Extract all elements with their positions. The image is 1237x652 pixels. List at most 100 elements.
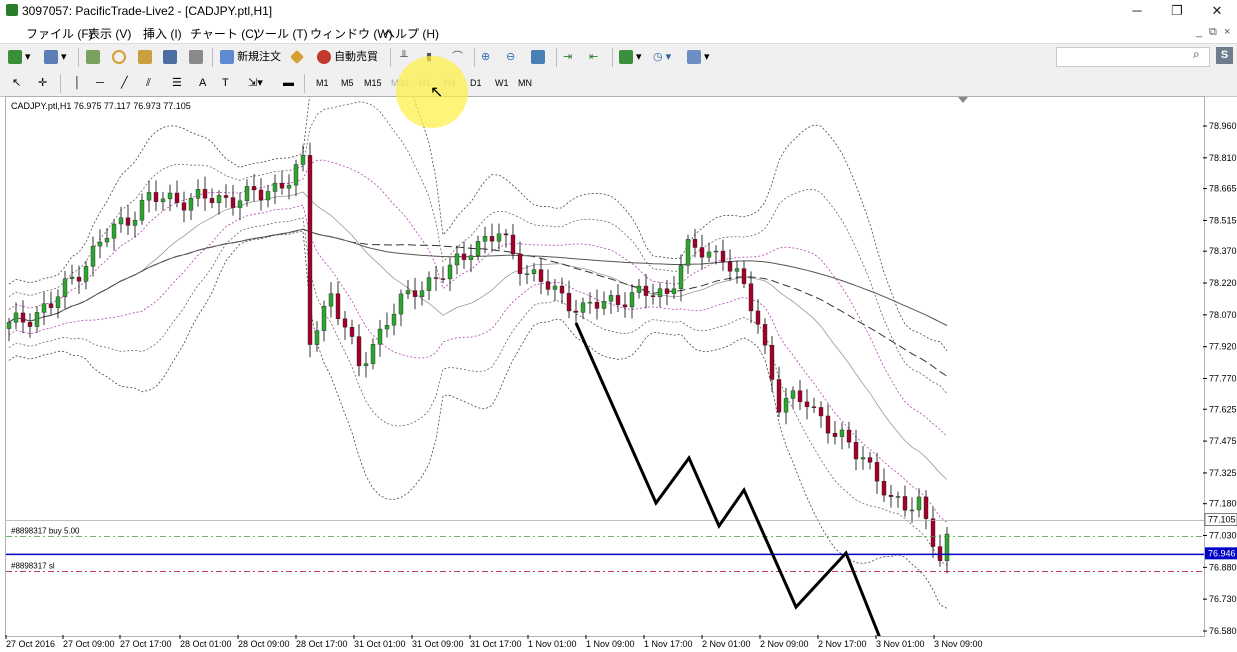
new-chart-button[interactable]: ▾ bbox=[8, 48, 31, 66]
time-label: 1 Nov 01:00 bbox=[528, 639, 577, 649]
horizontal-line-button[interactable]: ─ bbox=[96, 74, 104, 92]
candle-body bbox=[97, 241, 103, 247]
mdi-close-button[interactable]: × bbox=[1224, 26, 1230, 38]
trendline-button[interactable]: ╱ bbox=[121, 74, 128, 92]
candle-body bbox=[447, 264, 453, 280]
minimize-button[interactable]: ─ bbox=[1122, 2, 1152, 20]
candle-body bbox=[580, 302, 586, 313]
candle-body bbox=[727, 261, 733, 272]
menu-tools[interactable]: ツール (T) bbox=[253, 25, 308, 42]
menu-insert[interactable]: 挿入 (I) bbox=[143, 25, 182, 42]
market-watch-button[interactable] bbox=[86, 48, 100, 66]
candle-body bbox=[482, 236, 488, 242]
auto-scroll-button[interactable]: ⇥ bbox=[563, 48, 572, 66]
candle-body bbox=[461, 253, 467, 260]
candle-body bbox=[720, 250, 726, 263]
mdi-minimize-button[interactable]: _ bbox=[1196, 26, 1202, 38]
price-label: 78.665 bbox=[1209, 184, 1237, 194]
menu-view[interactable]: 表示 (V) bbox=[88, 25, 131, 42]
timeframe-m5[interactable]: M5 bbox=[341, 75, 354, 91]
candle-body bbox=[76, 276, 82, 282]
indicators-button[interactable]: ▾ bbox=[619, 48, 642, 66]
candle-body bbox=[160, 198, 166, 202]
tile-windows-button[interactable] bbox=[531, 48, 545, 66]
candle-body bbox=[503, 233, 509, 236]
time-axis: 27 Oct 2016 27 Oct 09:00 27 Oct 17:00 28 Oc… bbox=[5, 635, 983, 649]
terminal-button[interactable] bbox=[163, 48, 177, 66]
candle-body bbox=[531, 269, 537, 274]
price-label: 77.180 bbox=[1209, 499, 1237, 509]
timeframe-mn[interactable]: MN bbox=[518, 75, 532, 91]
new-order-button[interactable]: 新規注文 bbox=[220, 48, 281, 66]
price-axis: 78.960 78.810 78.665 78.515 78.370 78.220 78.0… bbox=[1203, 121, 1237, 636]
candle-body bbox=[27, 322, 33, 327]
timeframe-m1[interactable]: M1 bbox=[316, 75, 329, 91]
templates-button[interactable]: ▾ bbox=[687, 48, 710, 66]
search-icon[interactable]: ⌕ bbox=[1193, 47, 1200, 62]
rectangle-button[interactable]: ▬ bbox=[283, 74, 294, 92]
menu-chart[interactable]: チャート (C) bbox=[190, 25, 258, 42]
candle-body bbox=[202, 189, 208, 199]
crosshair-tool-button[interactable]: ✛ bbox=[38, 74, 47, 92]
candle-body bbox=[734, 268, 740, 272]
time-label: 2 Nov 09:00 bbox=[760, 639, 809, 649]
zoom-out-button[interactable]: ⊖ bbox=[506, 48, 515, 66]
profiles-button[interactable]: ▾ bbox=[44, 48, 67, 66]
toolbar-separator bbox=[612, 48, 613, 67]
text-button[interactable]: A bbox=[199, 74, 206, 92]
candle-body bbox=[20, 312, 26, 323]
candle-body bbox=[573, 310, 579, 313]
chart-shift-button[interactable]: ⇤ bbox=[589, 48, 598, 66]
menu-help[interactable]: ヘルプ (H) bbox=[383, 25, 439, 42]
maximize-button[interactable]: ❐ bbox=[1162, 2, 1192, 20]
candle-body bbox=[874, 462, 880, 482]
toolbar-separator bbox=[304, 74, 305, 93]
chart-area[interactable]: #8898317 buy 5.00 #8898317 sl CADJPY.ptl,… bbox=[5, 96, 1205, 637]
search-input[interactable] bbox=[1056, 47, 1210, 67]
vertical-line-button[interactable]: │ bbox=[74, 74, 81, 92]
price-label: 78.810 bbox=[1209, 153, 1237, 163]
candle-body bbox=[356, 336, 362, 367]
zoom-in-button[interactable]: ⊕ bbox=[481, 48, 490, 66]
periods-button[interactable]: ◷ ▾ bbox=[653, 48, 671, 66]
candle-body bbox=[818, 407, 824, 417]
timeframe-w1[interactable]: W1 bbox=[495, 75, 509, 91]
metaeditor-button[interactable] bbox=[289, 48, 305, 66]
candle-body bbox=[216, 195, 222, 204]
menu-file[interactable]: ファイル (F) bbox=[26, 25, 93, 42]
auto-trading-icon bbox=[317, 50, 331, 65]
text-label-button[interactable]: T bbox=[222, 74, 229, 92]
candle-body bbox=[391, 313, 397, 326]
candle-body bbox=[377, 328, 383, 345]
candle-body bbox=[230, 197, 236, 208]
menu-window[interactable]: ウィンドウ (W) bbox=[310, 25, 393, 42]
candle-body bbox=[860, 457, 866, 460]
navigator-button[interactable] bbox=[112, 48, 126, 66]
candle-body bbox=[888, 494, 894, 497]
close-button[interactable]: ✕ bbox=[1202, 2, 1232, 20]
bar-chart-button[interactable]: ╨ bbox=[400, 48, 408, 66]
price-chart[interactable]: #8898317 buy 5.00 #8898317 sl CADJPY.ptl,… bbox=[6, 97, 1204, 636]
cursor-tool-button[interactable]: ↖ bbox=[12, 74, 21, 92]
arrows-button[interactable]: ⇲▾ bbox=[248, 74, 263, 92]
mdi-restore-button[interactable]: ⧉ bbox=[1209, 26, 1217, 39]
time-label: 1 Nov 09:00 bbox=[586, 639, 635, 649]
auto-trading-button[interactable]: 自動売買 bbox=[317, 48, 378, 66]
signals-button[interactable]: S bbox=[1216, 47, 1233, 64]
standard-toolbar: ▾ ▾ 新規注文 自動売買 ╨ ▮ ⌒ ⊕ ⊖ ⇥ ⇤ ▾ ◷ ▾ ▾ bbox=[0, 43, 1237, 72]
chart-shift-marker bbox=[958, 97, 968, 103]
price-label: 77.475 bbox=[1209, 436, 1237, 446]
order-price-box bbox=[1205, 547, 1237, 560]
fibonacci-button[interactable]: ☰ bbox=[172, 74, 182, 92]
time-label: 31 Oct 17:00 bbox=[470, 639, 522, 649]
order-buy-label: #8898317 buy 5.00 bbox=[11, 527, 80, 536]
timeframe-m15[interactable]: M15 bbox=[364, 75, 382, 91]
candle-body bbox=[510, 234, 516, 255]
channel-button[interactable]: ⫽ bbox=[146, 74, 151, 92]
strategy-tester-button[interactable] bbox=[189, 48, 203, 66]
new-order-label: 新規注文 bbox=[237, 51, 282, 63]
time-label: 31 Oct 09:00 bbox=[412, 639, 464, 649]
timeframe-d1[interactable]: D1 bbox=[470, 75, 482, 91]
data-window-button[interactable] bbox=[138, 48, 152, 66]
candle-body bbox=[944, 533, 950, 561]
